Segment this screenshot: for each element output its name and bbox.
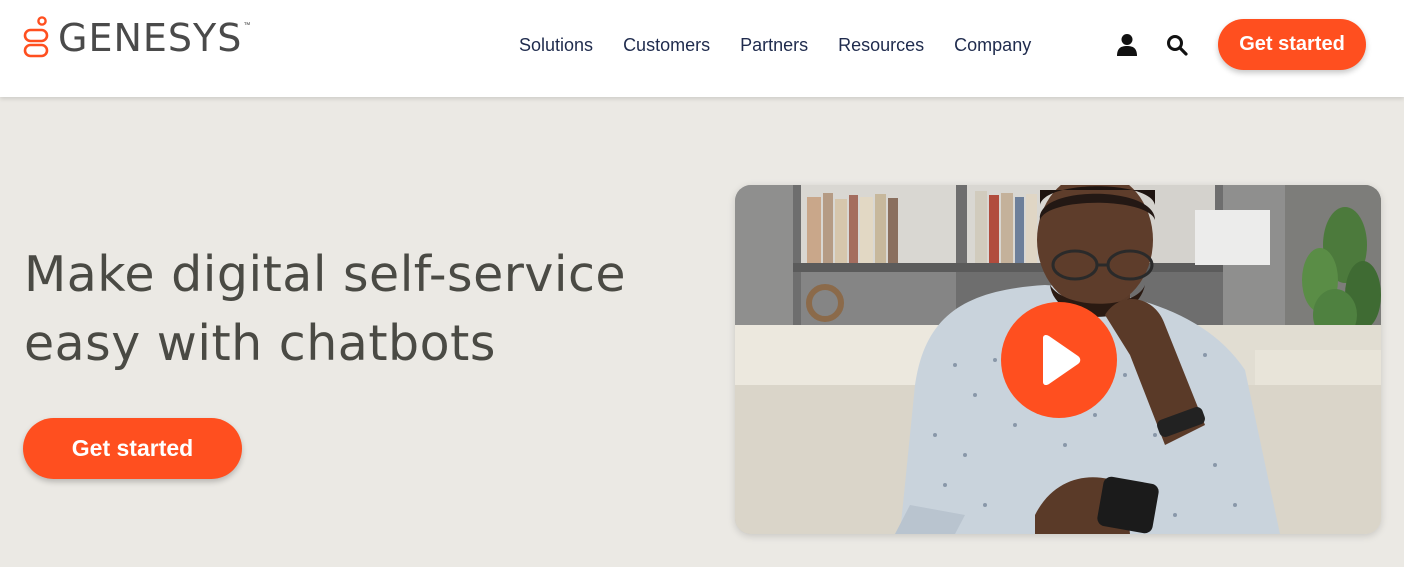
genesys-logo[interactable]: GENESYS ™ xyxy=(22,16,250,60)
play-icon xyxy=(1043,334,1081,386)
site-header: GENESYS ™ Solutions Customers Partners R… xyxy=(0,0,1404,97)
nav-item-customers[interactable]: Customers xyxy=(623,35,710,56)
search-button[interactable] xyxy=(1165,33,1189,57)
header-get-started-button[interactable]: Get started xyxy=(1218,19,1366,70)
hero-title-line-1: Make digital self-service xyxy=(24,246,627,303)
logo-wordmark: GENESYS xyxy=(58,16,243,60)
genesys-logo-icon xyxy=(23,16,49,58)
nav-item-solutions[interactable]: Solutions xyxy=(519,35,593,56)
nav-item-partners[interactable]: Partners xyxy=(740,35,808,56)
account-button[interactable] xyxy=(1115,33,1139,57)
hero-video[interactable] xyxy=(735,185,1381,534)
hero-title: Make digital self-service easy with chat… xyxy=(24,240,684,378)
nav-item-company[interactable]: Company xyxy=(954,35,1031,56)
main-nav: Solutions Customers Partners Resources C… xyxy=(519,0,1031,90)
video-play-button[interactable] xyxy=(1001,302,1117,418)
search-icon xyxy=(1167,35,1188,56)
hero-get-started-button[interactable]: Get started xyxy=(23,418,242,479)
user-icon xyxy=(1117,34,1137,56)
nav-item-resources[interactable]: Resources xyxy=(838,35,924,56)
logo-trademark: ™ xyxy=(243,22,251,29)
hero-title-line-2: easy with chatbots xyxy=(24,315,496,372)
